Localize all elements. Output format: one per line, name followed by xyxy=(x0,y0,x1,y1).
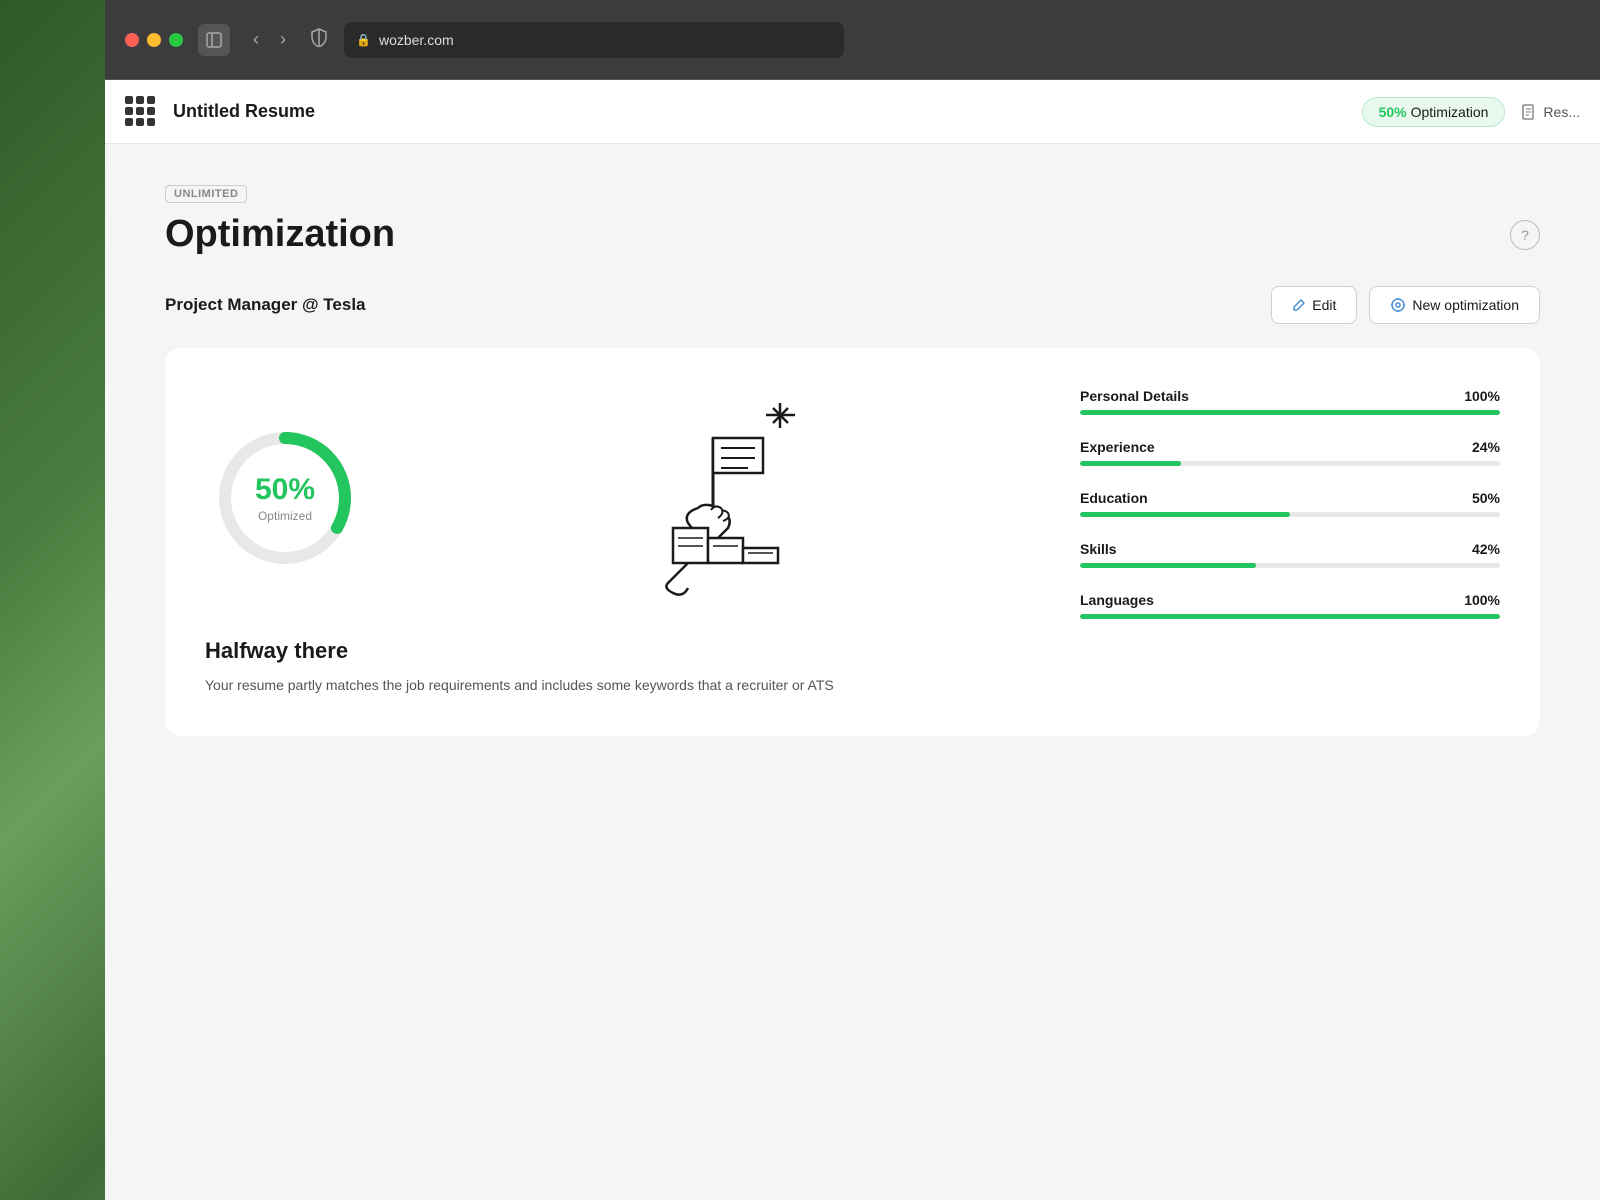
optimization-badge-label: Optimization xyxy=(1411,104,1489,120)
grid-dot xyxy=(125,96,133,104)
score-name: Skills xyxy=(1080,541,1117,557)
score-header: Experience 24% xyxy=(1080,439,1500,455)
score-row: Experience 24% xyxy=(1080,439,1500,466)
unlimited-badge: UNLIMITED xyxy=(165,185,247,203)
progress-bar xyxy=(1080,512,1500,517)
donut-label: Optimized xyxy=(255,509,315,523)
back-button[interactable]: ‹ xyxy=(245,25,267,54)
progress-bar xyxy=(1080,410,1500,415)
job-title: Project Manager @ Tesla xyxy=(165,295,366,315)
job-row: Project Manager @ Tesla Edit xyxy=(165,286,1540,324)
action-buttons: Edit New optimization xyxy=(1271,286,1540,324)
optimization-card: 50% Optimized xyxy=(165,348,1540,736)
grid-dot xyxy=(147,96,155,104)
optimization-badge[interactable]: 50% Optimization xyxy=(1362,97,1506,127)
donut-text: 50% Optimized xyxy=(255,473,315,523)
address-bar[interactable]: 🔒 wozber.com xyxy=(344,22,844,58)
main-content: UNLIMITED Optimization ? Project Manager… xyxy=(105,144,1600,1200)
donut-wrapper: 50% Optimized xyxy=(205,388,1040,608)
progress-fill xyxy=(1080,410,1500,415)
grid-dot xyxy=(125,118,133,126)
score-name: Experience xyxy=(1080,439,1155,455)
score-header: Languages 100% xyxy=(1080,592,1500,608)
resume-title: Untitled Resume xyxy=(173,101,315,122)
new-optimization-button-label: New optimization xyxy=(1412,297,1519,313)
score-name: Languages xyxy=(1080,592,1154,608)
progress-fill xyxy=(1080,614,1500,619)
score-percentage: 100% xyxy=(1464,592,1500,608)
optimization-pct: 50% xyxy=(1379,104,1407,120)
browser-toolbar: ‹ › 🔒 wozber.com xyxy=(105,0,1600,80)
resume-link[interactable]: Res... xyxy=(1521,104,1580,120)
score-header: Skills 42% xyxy=(1080,541,1500,557)
resume-link-label: Res... xyxy=(1543,104,1580,120)
illustration xyxy=(405,388,1040,608)
page-title: Optimization xyxy=(165,213,395,256)
score-row: Skills 42% xyxy=(1080,541,1500,568)
page-title-row: Optimization ? xyxy=(165,213,1540,256)
score-percentage: 24% xyxy=(1472,439,1500,455)
illustration-svg xyxy=(603,388,843,608)
grid-dot xyxy=(136,107,144,115)
grid-dot xyxy=(125,107,133,115)
card-right: Personal Details 100% Experience 24% Edu… xyxy=(1080,388,1500,696)
app-container: Untitled Resume 50% Optimization Res... … xyxy=(105,80,1600,1200)
score-header: Personal Details 100% xyxy=(1080,388,1500,404)
document-icon xyxy=(1521,104,1537,120)
grid-dot xyxy=(147,118,155,126)
lock-icon: 🔒 xyxy=(356,33,371,47)
progress-bar xyxy=(1080,461,1500,466)
nav-buttons: ‹ › xyxy=(245,25,294,54)
url-text: wozber.com xyxy=(379,32,454,48)
score-row: Languages 100% xyxy=(1080,592,1500,619)
progress-bar xyxy=(1080,614,1500,619)
new-optimization-button[interactable]: New optimization xyxy=(1369,286,1540,324)
traffic-lights xyxy=(125,33,183,47)
halfway-description: Your resume partly matches the job requi… xyxy=(205,674,1040,696)
progress-fill xyxy=(1080,512,1290,517)
forward-button[interactable]: › xyxy=(272,25,294,54)
card-left: 50% Optimized xyxy=(205,388,1040,696)
help-icon: ? xyxy=(1521,227,1529,243)
grid-dot xyxy=(136,118,144,126)
grid-dot xyxy=(136,96,144,104)
progress-bar xyxy=(1080,563,1500,568)
grid-dot xyxy=(147,107,155,115)
edit-icon xyxy=(1292,298,1306,312)
minimize-button[interactable] xyxy=(147,33,161,47)
score-percentage: 42% xyxy=(1472,541,1500,557)
sidebar-toggle-button[interactable] xyxy=(198,24,230,56)
donut-chart: 50% Optimized xyxy=(205,418,365,578)
progress-fill xyxy=(1080,563,1256,568)
edit-button[interactable]: Edit xyxy=(1271,286,1357,324)
score-row: Education 50% xyxy=(1080,490,1500,517)
top-nav: Untitled Resume 50% Optimization Res... xyxy=(105,80,1600,144)
score-header: Education 50% xyxy=(1080,490,1500,506)
score-percentage: 100% xyxy=(1464,388,1500,404)
maximize-button[interactable] xyxy=(169,33,183,47)
donut-percentage: 50% xyxy=(255,473,315,507)
new-optimization-icon xyxy=(1390,297,1406,313)
shield-icon xyxy=(309,27,329,52)
halfway-title: Halfway there xyxy=(205,638,1040,664)
help-button[interactable]: ? xyxy=(1510,220,1540,250)
progress-fill xyxy=(1080,461,1181,466)
score-name: Personal Details xyxy=(1080,388,1189,404)
edit-button-label: Edit xyxy=(1312,297,1336,313)
score-percentage: 50% xyxy=(1472,490,1500,506)
score-name: Education xyxy=(1080,490,1148,506)
apps-menu-button[interactable] xyxy=(125,96,157,128)
close-button[interactable] xyxy=(125,33,139,47)
score-row: Personal Details 100% xyxy=(1080,388,1500,415)
